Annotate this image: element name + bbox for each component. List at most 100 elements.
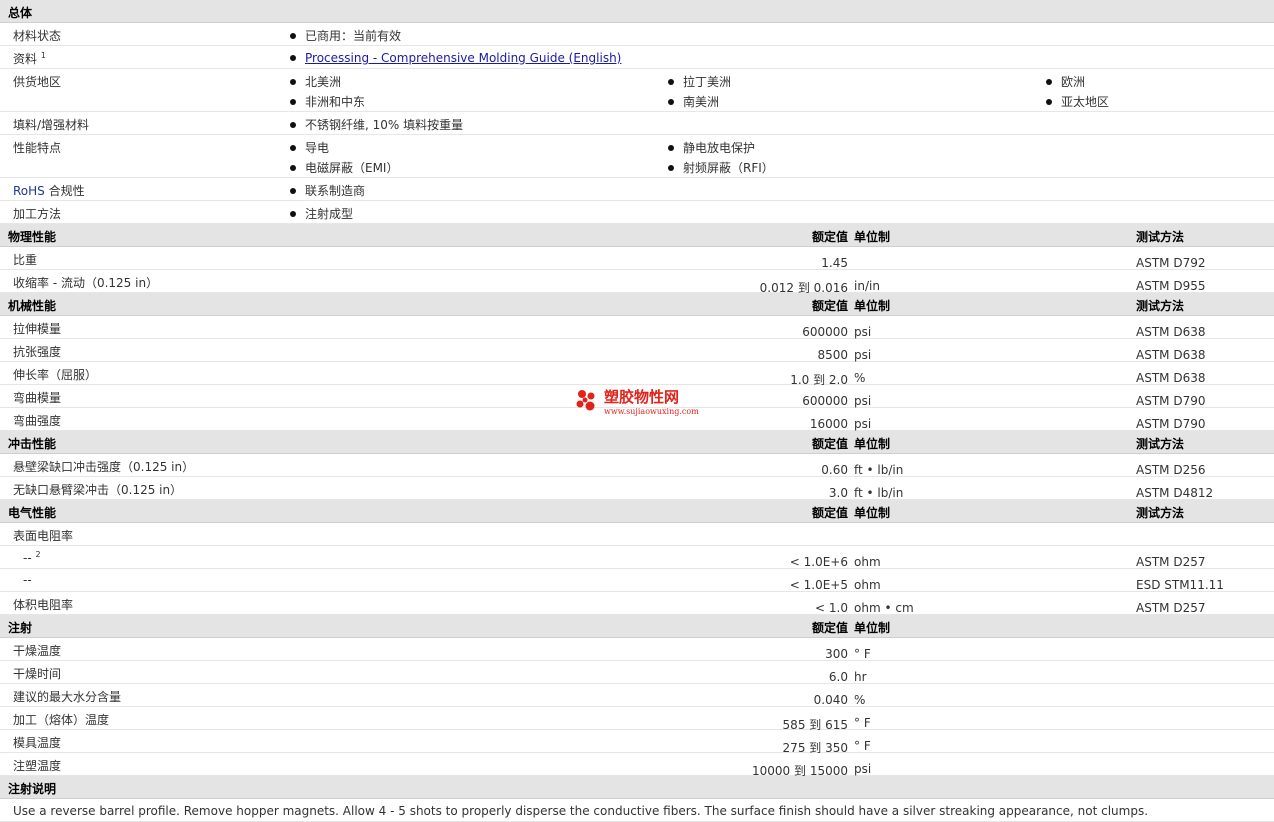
table-row: 收缩率 - 流动（0.125 in） 0.012 到 0.016 in/in A…: [0, 270, 1274, 295]
row-unit: psi: [854, 417, 872, 431]
row-label: --: [23, 573, 32, 587]
row-label: 体积电阻率: [13, 598, 74, 612]
watermark-text: 塑胶物性网: [604, 388, 680, 406]
row-unit: hr: [854, 670, 867, 684]
table-row: -- < 1.0E+5 ohm ESD STM11.11: [0, 569, 1274, 592]
row-label: 加工（熔体）温度: [13, 713, 110, 727]
table-row: 伸长率（屈服） 1.0 到 2.0% ASTM D638: [0, 362, 1274, 387]
row-unit: psi: [854, 325, 872, 339]
list-item: 不锈钢纤维, 10% 填料按重量: [290, 116, 463, 133]
row-value: 0.60: [821, 463, 848, 477]
notes-row: Use a reverse barrel profile. Remove hop…: [0, 799, 1274, 822]
row-value: 6.0: [828, 670, 848, 684]
row-label: 资料 1: [13, 51, 46, 66]
bullet-icon: [668, 145, 674, 151]
table-row: 表面电阻率: [0, 523, 1274, 546]
section-impact-header: 冲击性能 额定值 单位制 测试方法: [0, 431, 1274, 454]
header-nominal: 额定值: [811, 230, 848, 244]
table-row: 体积电阻率 < 1.0 ohm • cm ASTM D257: [0, 592, 1274, 615]
list-item: 注射成型: [290, 205, 353, 222]
row-method: ASTM D638: [1136, 325, 1206, 339]
row-features: 性能特点 导电 静电放电保护 电磁屏蔽（EMI） 射频屏蔽（RFI）: [0, 135, 1274, 178]
row-unit: psi: [854, 348, 872, 362]
row-unit: ° F: [854, 716, 871, 730]
row-label: 注塑温度: [13, 759, 62, 773]
table-row: 悬壁梁缺口冲击强度（0.125 in） 0.60 ft • lb/in ASTM D2…: [0, 454, 1274, 477]
header-nominal: 额定值: [811, 506, 848, 520]
row-label: 悬壁梁缺口冲击强度（0.125 in）: [13, 460, 195, 474]
section-physical-header: 物理性能 额定值 单位制 测试方法: [0, 224, 1274, 247]
bullet-icon: [290, 188, 296, 194]
row-value: 0.040: [813, 693, 848, 707]
table-row: 抗张强度 8500 psi ASTM D638: [0, 339, 1274, 362]
bullet-icon: [290, 55, 296, 61]
row-label: 无缺口悬臂梁冲击（0.125 in）: [13, 483, 183, 497]
bullet-icon: [668, 99, 674, 105]
row-method: ASTM D257: [1136, 555, 1206, 569]
row-label: 抗张强度: [13, 345, 62, 359]
row-value: 16000: [809, 417, 848, 431]
row-unit: ohm • cm: [854, 601, 914, 615]
row-label: 性能特点: [13, 141, 62, 155]
row-unit: psi: [854, 762, 872, 776]
header-method: 测试方法: [1136, 437, 1185, 451]
bullet-icon: [290, 165, 296, 171]
row-literature: 资料 1 Processing - Comprehensive Molding …: [0, 46, 1274, 69]
header-nominal: 额定值: [811, 299, 848, 313]
row-unit: ° F: [854, 739, 871, 753]
row-label: 建议的最大水分含量: [13, 690, 122, 704]
row-value: < 1.0E+6: [789, 555, 848, 569]
list-item: 静电放电保护: [668, 139, 755, 156]
table-row: 干燥时间 6.0 hr: [0, 661, 1274, 684]
header-method: 测试方法: [1136, 230, 1185, 244]
table-row: -- 2 < 1.0E+6 ohm ASTM D257: [0, 546, 1274, 569]
row-label: 材料状态: [13, 29, 62, 43]
row-method: ASTM D792: [1136, 256, 1206, 270]
row-label: 加工方法: [13, 207, 62, 221]
row-label: RoHS 合规性: [13, 184, 85, 198]
row-label: 伸长率（屈服）: [13, 368, 98, 382]
row-label: 比重: [13, 253, 38, 267]
header-unit: 单位制: [854, 621, 891, 635]
processing-guide-link[interactable]: Processing - Comprehensive Molding Guide…: [305, 51, 621, 65]
header-unit: 单位制: [854, 299, 891, 313]
row-label: 填料/增强材料: [13, 118, 90, 132]
bullet-icon: [290, 145, 296, 151]
list-item: 已商用：当前有效: [290, 27, 401, 44]
row-unit: ° F: [854, 647, 871, 661]
bullet-icon: [290, 33, 296, 39]
table-row: 加工（熔体）温度 585 到 615 ° F: [0, 707, 1274, 732]
row-label: 干燥时间: [13, 667, 62, 681]
table-row: 干燥温度 300 ° F: [0, 638, 1274, 661]
list-item: 非洲和中东: [290, 93, 365, 110]
row-method: ASTM D4812: [1136, 486, 1214, 500]
list-item: 拉丁美洲: [668, 73, 731, 90]
item-text: 已商用：当前有效: [305, 29, 402, 43]
row-method: ASTM D257: [1136, 601, 1206, 615]
watermark-url: www.sujiaowuxing.com: [604, 407, 699, 416]
row-label: 表面电阻率: [13, 529, 74, 543]
list-item: 导电: [290, 139, 329, 156]
list-item: 欧洲: [1046, 73, 1085, 90]
section-mechanical-header: 机械性能 额定值 单位制 测试方法: [0, 293, 1274, 316]
bullet-icon: [1046, 79, 1052, 85]
row-value: 1.45: [821, 256, 848, 270]
row-material-status: 材料状态 已商用：当前有效: [0, 23, 1274, 46]
watermark-logo-icon: [576, 390, 595, 411]
section-title: 注射说明: [8, 782, 57, 796]
row-label: 弯曲模量: [13, 391, 62, 405]
row-unit: in/in: [854, 279, 880, 293]
list-item: 联系制造商: [290, 182, 365, 199]
row-unit: %: [854, 693, 866, 707]
header-unit: 单位制: [854, 506, 891, 520]
section-title: 物理性能: [8, 230, 57, 244]
header-unit: 单位制: [854, 437, 891, 451]
list-item: 射频屏蔽（RFI）: [668, 159, 774, 176]
row-label: 模具温度: [13, 736, 62, 750]
section-title: 冲击性能: [8, 437, 57, 451]
row-value: 8500: [817, 348, 848, 362]
header-nominal: 额定值: [811, 437, 848, 451]
row-method: ASTM D638: [1136, 348, 1206, 362]
list-item: 南美洲: [668, 93, 719, 110]
bullet-icon: [668, 79, 674, 85]
